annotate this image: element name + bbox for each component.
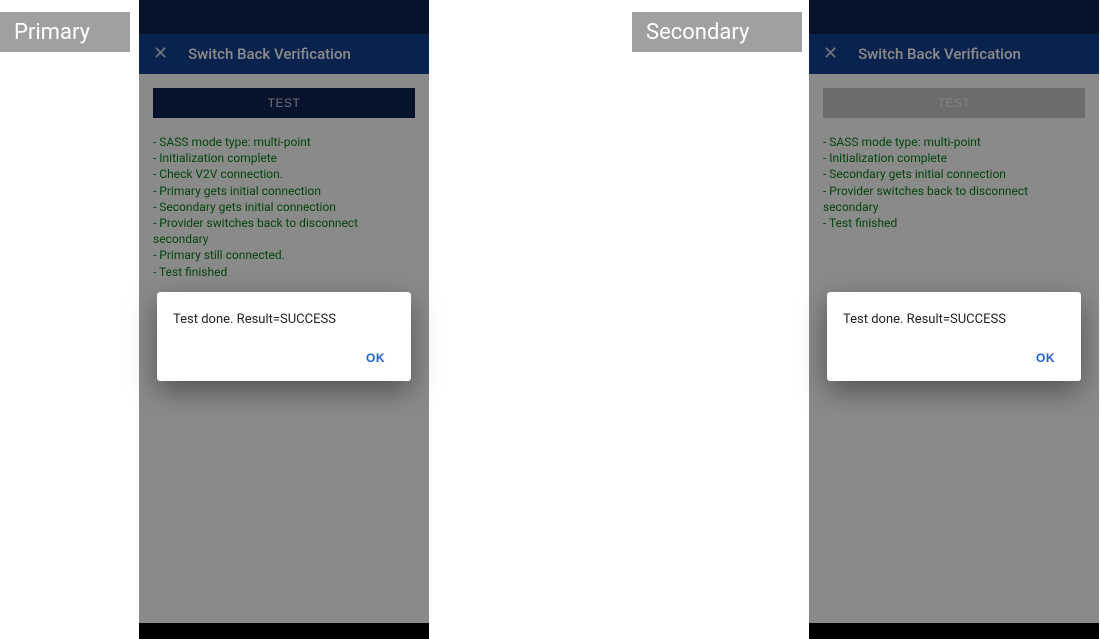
dialog-ok-button[interactable]: OK [1026, 345, 1065, 371]
dialog-message: Test done. Result=SUCCESS [173, 312, 395, 327]
device-label-secondary: Secondary [632, 12, 802, 52]
phone-primary: ✕ Switch Back Verification TEST - SASS m… [139, 0, 429, 639]
dialog-message: Test done. Result=SUCCESS [843, 312, 1065, 327]
dialog-ok-button[interactable]: OK [356, 345, 395, 371]
result-dialog: Test done. Result=SUCCESS OK [157, 292, 411, 381]
result-dialog: Test done. Result=SUCCESS OK [827, 292, 1081, 381]
dialog-actions: OK [173, 345, 395, 371]
device-label-primary: Primary [0, 12, 130, 52]
dialog-actions: OK [843, 345, 1065, 371]
phone-secondary: ✕ Switch Back Verification TEST - SASS m… [809, 0, 1099, 639]
